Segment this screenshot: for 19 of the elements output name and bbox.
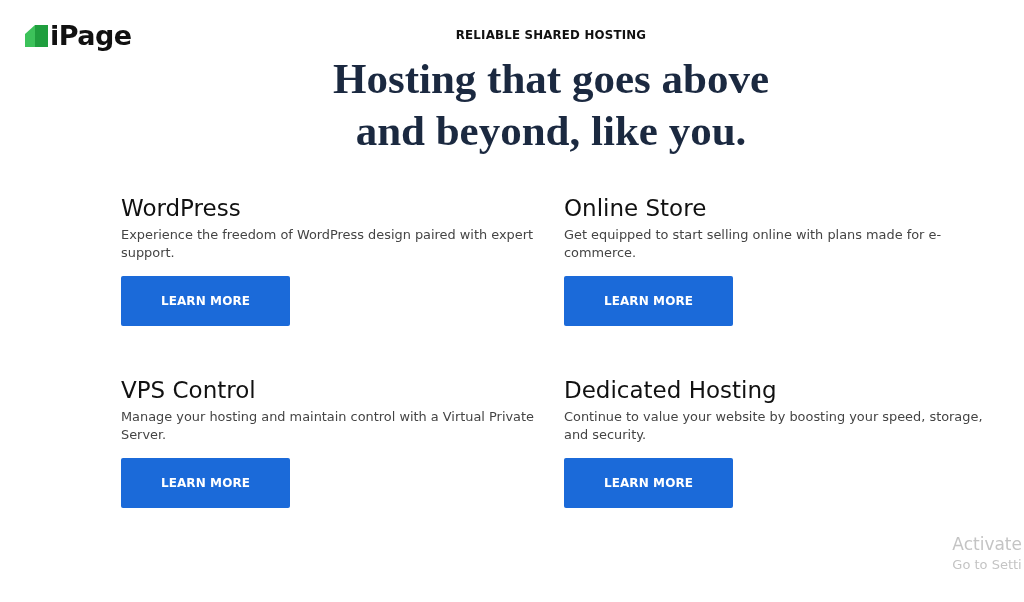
learn-more-button[interactable]: LEARN MORE: [564, 458, 733, 508]
learn-more-button[interactable]: LEARN MORE: [121, 458, 290, 508]
learn-more-button[interactable]: LEARN MORE: [121, 276, 290, 326]
offering-title: Dedicated Hosting: [564, 376, 777, 404]
offering-title: VPS Control: [121, 376, 256, 404]
offering-description: Get equipped to start selling online with plans made for e-commerce.: [564, 226, 943, 262]
offering-title: Online Store: [564, 194, 707, 222]
offering-description: Experience the freedom of WordPress design paired with expert support.: [121, 226, 535, 262]
activation-notice-title: Activate: [952, 533, 1022, 555]
ipage-logo[interactable]: iPage: [25, 20, 132, 52]
activation-notice-subtitle: Go to Setti: [952, 556, 1022, 574]
offering-title: WordPress: [121, 194, 241, 222]
logo-mark-icon: [25, 25, 48, 47]
section-eyebrow: RELIABLE SHARED HOSTING: [455, 28, 647, 42]
learn-more-button[interactable]: LEARN MORE: [564, 276, 733, 326]
hero-headline: Hosting that goes above and beyond, like you.: [333, 54, 769, 156]
logo-text: iPage: [50, 20, 132, 52]
offering-description: Continue to value your website by boosting your speed, storage, and security.: [564, 408, 984, 444]
offering-description: Manage your hosting and maintain control with a Virtual Private Server.: [121, 408, 535, 444]
